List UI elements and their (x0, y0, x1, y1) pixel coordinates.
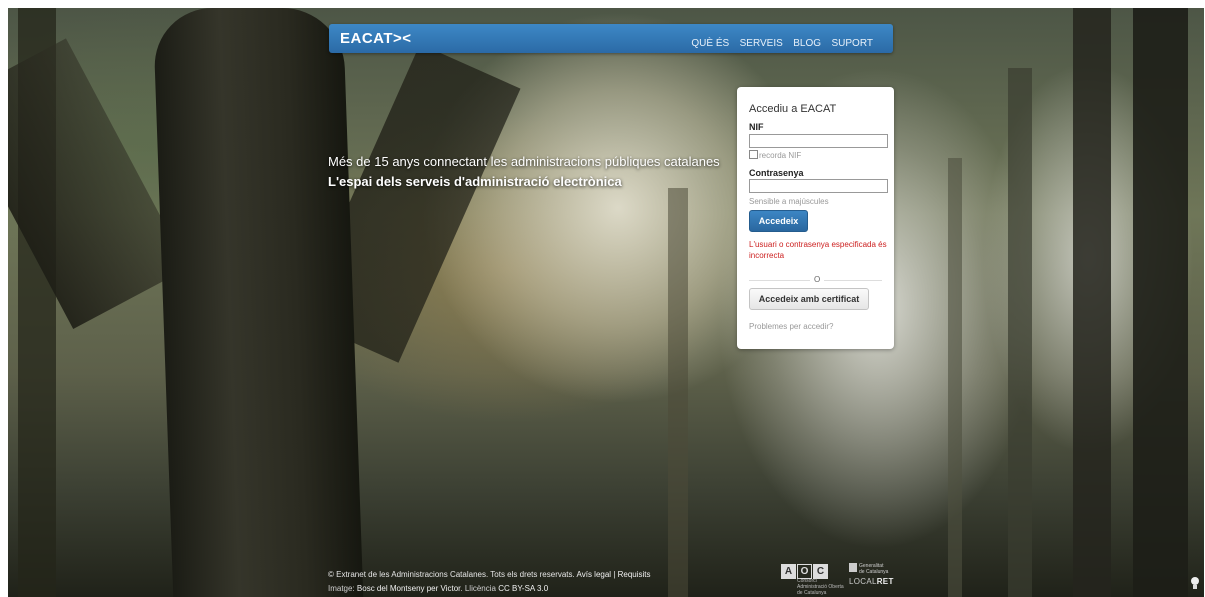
tree-trunk (1133, 8, 1188, 597)
password-label: Contrasenya (749, 168, 804, 178)
or-label: O (810, 275, 825, 284)
nif-label: NIF (749, 122, 764, 132)
footer-copyright-line: © Extranet de les Administracions Catala… (328, 570, 651, 579)
remember-nif-label: recorda NIF (759, 151, 802, 160)
certificate-login-button[interactable]: Accedeix amb certificat (749, 288, 869, 310)
aoc-logo-letter: C (813, 564, 828, 579)
remember-nif[interactable]: recorda NIF (749, 150, 801, 160)
localret-prefix: LOCAL (849, 577, 877, 586)
login-panel: Accediu a EACAT NIF recorda NIF Contrase… (737, 87, 894, 349)
localret-logo[interactable]: LOCALRET (849, 577, 894, 586)
lightbulb-icon[interactable] (1190, 576, 1200, 590)
image-credit-link[interactable]: Bosc del Montseny per Victor (357, 584, 460, 593)
image-prefix: Imatge: (328, 584, 355, 593)
footer-copyright: © Extranet de les Administracions Catala… (328, 570, 575, 579)
nif-input[interactable] (749, 134, 888, 148)
tree-trunk (668, 188, 688, 597)
nav-link-que-es[interactable]: QUÈ ÉS (691, 38, 729, 49)
login-button[interactable]: Accedeix (749, 210, 808, 232)
aoc-logo-letter: O (797, 564, 812, 579)
nav-link-serveis[interactable]: SERVEIS (740, 38, 783, 49)
generalitat-logo[interactable]: Generalitat de Catalunya (849, 563, 889, 575)
hero-headline: Més de 15 anys connectant les administra… (328, 154, 720, 169)
generalitat-emblem-icon (849, 563, 857, 572)
nav-link-suport[interactable]: SUPORT (832, 38, 874, 49)
tree-trunk (1008, 68, 1032, 597)
hero-subhead: L'espai dels serveis d'administració ele… (328, 174, 622, 189)
generalitat-caption: Generalitat de Catalunya (859, 563, 889, 575)
requirements-link[interactable]: Requisits (618, 570, 651, 579)
aoc-logo-letter: A (781, 564, 796, 579)
eacat-logo[interactable]: EACAT>< (340, 30, 412, 47)
error-message: L'usuari o contrasenya especificada és i… (749, 240, 887, 260)
nav-link-blog[interactable]: BLOG (793, 38, 821, 49)
license-link[interactable]: CC BY-SA 3.0 (498, 584, 548, 593)
nav-links: QUÈ ÉS SERVEIS BLOG SUPORT (685, 33, 873, 51)
password-input[interactable] (749, 179, 888, 193)
legal-link[interactable]: Avís legal (577, 570, 612, 579)
tree-trunk (1073, 8, 1111, 597)
aoc-caption: Consorci Administració Oberta de Catalun… (797, 578, 844, 596)
login-title: Accediu a EACAT (749, 103, 837, 115)
top-navbar: EACAT>< QUÈ ÉS SERVEIS BLOG SUPORT (329, 24, 893, 53)
footer-separator: | (613, 570, 616, 579)
background-photo (8, 8, 1204, 597)
localret-suffix: RET (876, 577, 894, 586)
caps-hint: Sensible a majúscules (749, 197, 829, 206)
aoc-logo[interactable]: AOC (781, 561, 829, 579)
tree-trunk (152, 8, 364, 597)
tree-trunk (948, 158, 962, 597)
problems-link[interactable]: Problemes per accedir? (749, 322, 833, 331)
footer-image-credit: Imatge: Bosc del Montseny per Victor. Ll… (328, 584, 548, 593)
remember-nif-checkbox[interactable] (749, 150, 758, 159)
license-prefix: . Llicència (460, 584, 496, 593)
